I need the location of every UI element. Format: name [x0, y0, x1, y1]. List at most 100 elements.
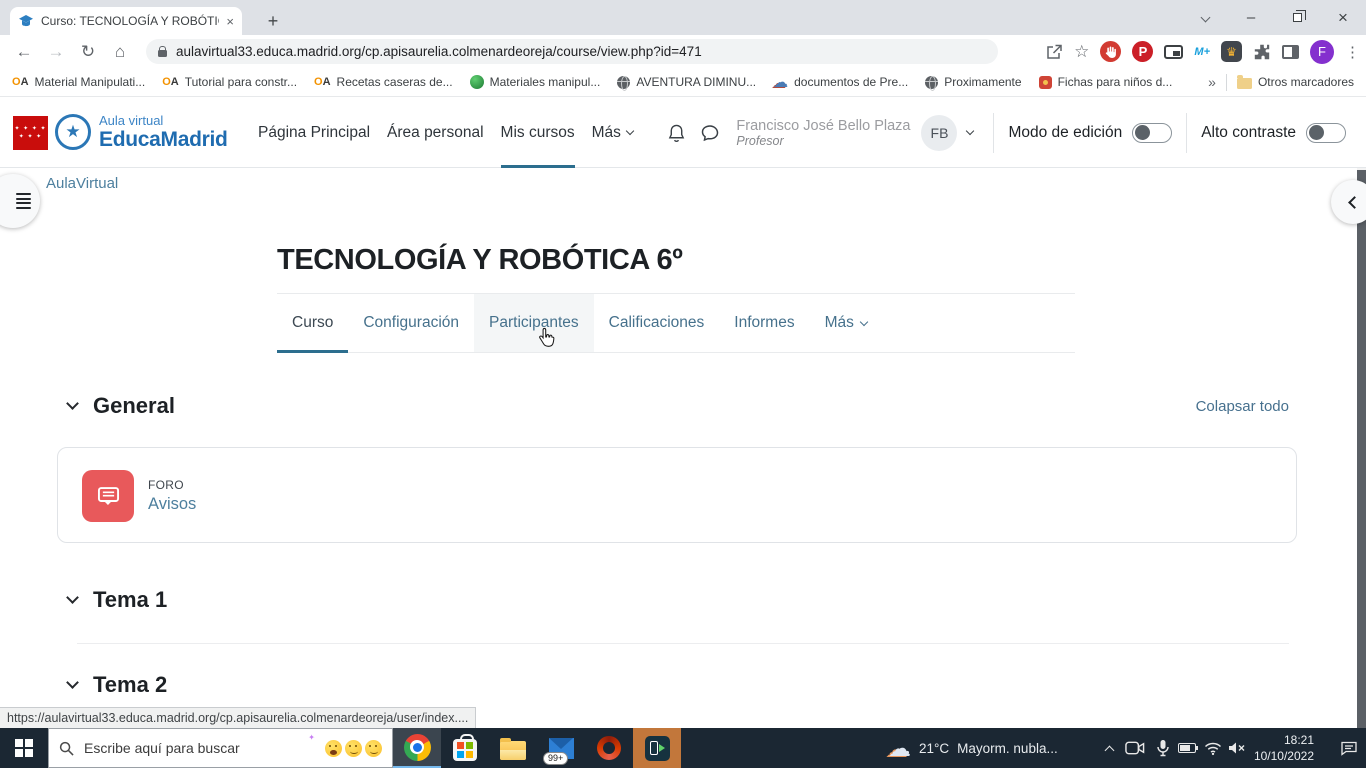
notifications-bell-icon[interactable] [667, 123, 686, 143]
nav-area-personal[interactable]: Área personal [387, 97, 484, 168]
divider [77, 643, 1289, 644]
tab-participantes[interactable]: Participantes [474, 294, 594, 352]
bookmark-item[interactable]: OA Recetas caseras de... [314, 75, 453, 89]
bookmark-label[interactable]: AVENTURA DIMINU... [636, 75, 756, 89]
weather-temp: 21°C [919, 740, 950, 756]
bookmark-label[interactable]: Materiales manipul... [490, 75, 601, 89]
window-close-button[interactable]: × [1320, 0, 1366, 35]
window-restore-button[interactable] [1274, 0, 1320, 35]
bookmark-item[interactable]: Materiales manipul... [469, 75, 601, 89]
tab-close-icon[interactable]: × [226, 15, 234, 28]
chevron-down-icon[interactable] [66, 591, 79, 604]
section-tema-1[interactable]: Tema 1 [0, 578, 167, 622]
bookmarks-overflow-icon[interactable]: » [1208, 74, 1216, 90]
browser-tab[interactable]: Curso: TECNOLOGÍA Y ROBÓTIC × [10, 7, 242, 35]
taskbar-your-phone-button[interactable] [633, 728, 681, 768]
taskbar-clock[interactable]: 18:21 10/10/2022 [1248, 728, 1314, 768]
collapse-all-link[interactable]: Colapsar todo [1196, 398, 1289, 415]
section-tema-2[interactable]: Tema 2 [0, 663, 167, 707]
user-menu-chevron-icon[interactable] [966, 126, 975, 136]
bookmark-label[interactable]: Recetas caseras de... [337, 75, 453, 89]
taskbar-explorer-button[interactable] [489, 728, 537, 768]
taskbar-weather-widget[interactable]: ☁ 21°C Mayorm. nubla... [880, 728, 1098, 768]
edit-mode-toggle[interactable] [1132, 122, 1173, 143]
tab-calificaciones[interactable]: Calificaciones [594, 294, 720, 352]
site-brand[interactable]: Aula virtual EducaMadrid [99, 113, 228, 151]
picture-in-picture-extension-icon[interactable] [1164, 44, 1184, 59]
back-icon[interactable]: ← [10, 35, 38, 68]
search-emoji-icons[interactable] [325, 739, 382, 757]
reload-icon[interactable]: ↻ [74, 35, 102, 68]
taskbar-mail-button[interactable]: 99+ [537, 728, 585, 768]
address-bar[interactable]: aulavirtual33.educa.madrid.org/cp.apisau… [146, 39, 998, 64]
tab-curso[interactable]: Curso [277, 294, 349, 353]
tab-informes[interactable]: Informes [719, 294, 809, 352]
chevron-down-icon[interactable] [66, 397, 79, 410]
user-avatar[interactable]: FB [921, 114, 958, 151]
bookmark-star-icon[interactable]: ☆ [1074, 42, 1089, 62]
activity-link[interactable]: Avisos [148, 495, 196, 514]
bookmark-label[interactable]: Tutorial para constr... [185, 75, 297, 89]
start-button[interactable] [0, 728, 48, 768]
messages-icon[interactable] [700, 123, 720, 143]
site-header: ✦ ✦ ✦ ✦ ✦ ✦ ✦ ★ Aula virtual EducaMadrid … [0, 97, 1366, 168]
bookmark-item[interactable]: OA Tutorial para constr... [162, 75, 297, 89]
chrome-menu-icon[interactable]: ⋮ [1345, 43, 1360, 61]
crown-extension-icon[interactable]: ♛ [1221, 41, 1242, 62]
nav-mas[interactable]: Más [592, 97, 635, 168]
bookmark-item[interactable]: Fichas para niños d... [1038, 75, 1173, 89]
educamadrid-logo-icon[interactable]: ★ [55, 114, 91, 150]
url-text[interactable]: aulavirtual33.educa.madrid.org/cp.apisau… [176, 44, 702, 59]
action-center-icon[interactable] [1332, 728, 1366, 768]
share-icon[interactable] [1045, 43, 1063, 61]
new-tab-button[interactable]: + [260, 8, 286, 34]
search-placeholder[interactable]: Escribe aquí para buscar [84, 740, 298, 756]
microphone-icon[interactable] [1150, 728, 1176, 768]
tab-search-icon[interactable] [1182, 0, 1228, 35]
high-contrast-toggle[interactable] [1306, 122, 1346, 143]
taskbar-store-button[interactable] [441, 728, 489, 768]
cloud-weather-icon: ☁ [888, 734, 911, 761]
battery-icon[interactable] [1174, 728, 1200, 768]
nav-pagina-principal[interactable]: Página Principal [258, 97, 370, 168]
primary-nav: Página Principal Área personal Mis curso… [258, 97, 635, 168]
edit-mode-control: Modo de edición [1008, 122, 1173, 143]
other-bookmarks-button[interactable]: Otros marcadores [1236, 74, 1354, 89]
movistar-extension-icon[interactable]: M+ [1194, 46, 1210, 58]
bookmark-item[interactable]: ☁ documentos de Pre... [773, 75, 908, 90]
mandala-icon [1038, 75, 1052, 89]
taskbar-chrome-button[interactable] [393, 728, 441, 768]
nav-mis-cursos[interactable]: Mis cursos [500, 97, 575, 168]
scrollbar-thumb[interactable] [1357, 170, 1366, 728]
bookmark-label[interactable]: Material Manipulati... [35, 75, 146, 89]
taskbar-search-box[interactable]: Escribe aquí para buscar ✦ [48, 728, 393, 768]
tray-show-hidden-icons[interactable] [1096, 728, 1122, 768]
chevron-down-icon [859, 317, 869, 326]
adblock-extension-icon[interactable] [1100, 41, 1122, 62]
bookmark-item[interactable]: AVENTURA DIMINU... [617, 75, 756, 91]
block-drawer-button[interactable] [1331, 180, 1366, 224]
bookmark-label[interactable]: Fichas para niños d... [1058, 75, 1173, 89]
lock-icon[interactable] [158, 45, 167, 57]
other-bookmarks-label[interactable]: Otros marcadores [1258, 75, 1354, 89]
profile-avatar[interactable]: F [1310, 39, 1334, 64]
course-index-drawer-button[interactable] [0, 174, 40, 228]
wifi-icon[interactable] [1200, 728, 1226, 768]
extensions-puzzle-icon[interactable] [1253, 43, 1271, 61]
breadcrumb[interactable]: AulaVirtual [46, 175, 118, 192]
section-general[interactable]: General [0, 384, 175, 428]
volume-muted-icon[interactable] [1224, 728, 1250, 768]
bookmark-item[interactable]: Proximamente [925, 75, 1022, 91]
taskbar-office-button[interactable] [585, 728, 633, 768]
pinterest-extension-icon[interactable]: P [1132, 41, 1154, 62]
side-panel-icon[interactable] [1282, 44, 1299, 59]
meet-now-icon[interactable] [1122, 728, 1148, 768]
tab-configuracion[interactable]: Configuración [348, 294, 474, 352]
window-minimize-button[interactable]: – [1228, 0, 1274, 35]
bookmark-label[interactable]: documentos de Pre... [794, 75, 908, 89]
bookmark-item[interactable]: OA Material Manipulati... [12, 75, 145, 89]
home-icon[interactable]: ⌂ [106, 35, 134, 68]
tab-mas[interactable]: Más [810, 294, 882, 352]
chevron-down-icon[interactable] [66, 676, 79, 689]
bookmark-label[interactable]: Proximamente [944, 75, 1021, 89]
